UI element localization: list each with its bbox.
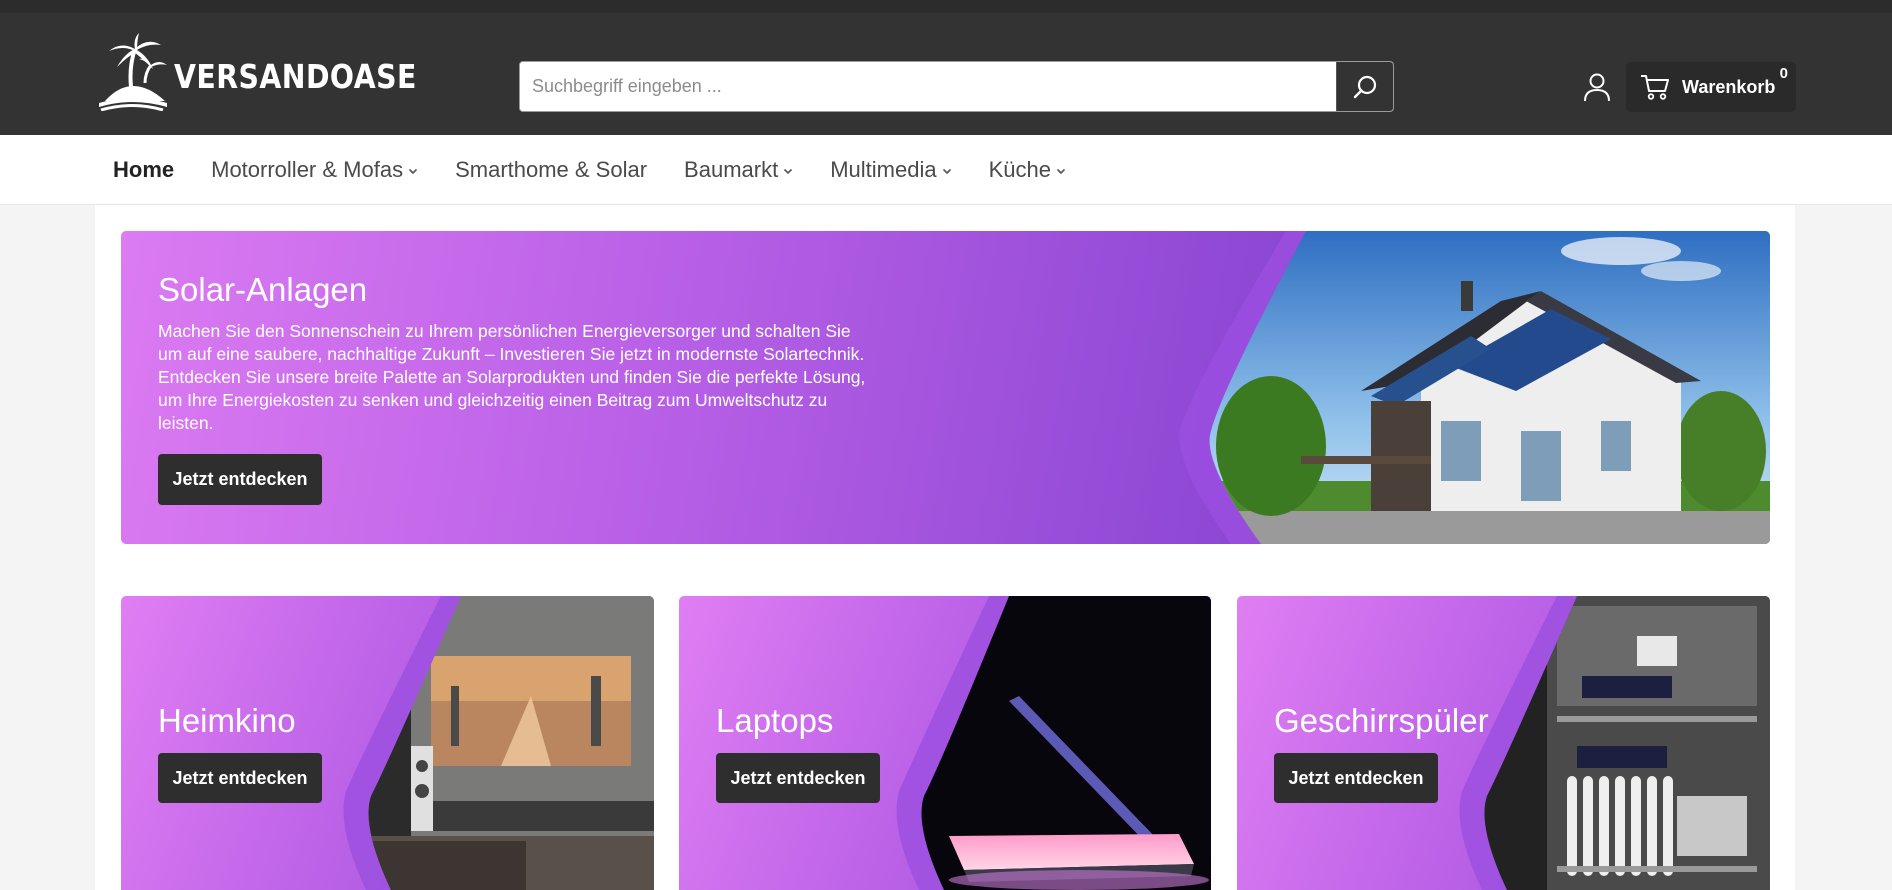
chevron-down-icon xyxy=(784,168,793,175)
category-tile-laptops[interactable]: Laptops Jetzt entdecken xyxy=(679,596,1211,890)
nav-item-label: Multimedia xyxy=(830,157,937,182)
tile-cta-button[interactable]: Jetzt entdecken xyxy=(716,753,880,803)
nav-item-multimedia[interactable]: Multimedia xyxy=(830,157,951,183)
category-tile-geschirrspueler[interactable]: Geschirrspüler Jetzt entdecken xyxy=(1237,596,1770,890)
nav-item-baumarkt[interactable]: Baumarkt xyxy=(684,157,793,183)
chevron-down-icon xyxy=(1056,168,1066,175)
hero-banner-solar[interactable]: Solar-Anlagen Machen Sie den Sonnenschei… xyxy=(121,231,1770,544)
nav-item-home[interactable]: Home xyxy=(113,157,174,183)
dishwasher-image xyxy=(1459,596,1770,890)
laptop-image xyxy=(896,596,1211,890)
home-cinema-image xyxy=(343,596,654,890)
nav-item-label: Smarthome & Solar xyxy=(455,157,648,182)
nav-item-label: Baumarkt xyxy=(684,157,779,182)
site-header: VERSANDOASE Warenkorb 0 xyxy=(0,0,1892,135)
tile-title: Laptops xyxy=(716,702,834,739)
nav-item-smarthome-solar[interactable]: Smarthome & Solar xyxy=(455,157,647,183)
cart-label: Warenkorb xyxy=(1682,76,1776,97)
tile-title: Geschirrspüler xyxy=(1274,702,1489,739)
palm-island-icon xyxy=(99,33,167,111)
search-input[interactable] xyxy=(520,62,1336,111)
nav-item-motorroller-mofas[interactable]: Motorroller & Mofas xyxy=(211,157,418,183)
tile-title: Heimkino xyxy=(158,702,296,739)
cart-count-badge: 0 xyxy=(1779,65,1788,82)
logo-text: VERSANDOASE xyxy=(174,56,417,96)
search-button[interactable] xyxy=(1336,62,1393,111)
hero-description: Machen Sie den Sonnenschein zu Ihrem per… xyxy=(158,321,866,433)
cart-icon xyxy=(1641,75,1669,100)
chevron-down-icon xyxy=(942,168,951,175)
hero-cta-button[interactable]: Jetzt entdecken xyxy=(158,454,322,505)
logo[interactable]: VERSANDOASE xyxy=(95,31,456,111)
nav-item-küche[interactable]: Küche xyxy=(989,157,1066,183)
nav-item-label: Home xyxy=(113,157,175,182)
search-bar xyxy=(519,61,1394,112)
user-icon xyxy=(1584,73,1610,102)
tile-cta-button[interactable]: Jetzt entdecken xyxy=(158,753,322,803)
category-tile-heimkino[interactable]: Heimkino Jetzt entdecken xyxy=(121,596,654,890)
search-icon xyxy=(1353,75,1377,98)
account-button[interactable] xyxy=(1578,69,1616,105)
cart-button[interactable]: Warenkorb 0 xyxy=(1626,62,1796,112)
chevron-down-icon xyxy=(409,168,418,175)
hero-title: Solar-Anlagen xyxy=(158,271,368,308)
nav-item-label: Küche xyxy=(988,157,1051,182)
nav-item-label: Motorroller & Mofas xyxy=(211,157,404,182)
tile-cta-button[interactable]: Jetzt entdecken xyxy=(1274,753,1438,803)
main-navigation: Home Motorroller & Mofas Smarthome & Solar… xyxy=(0,135,1892,205)
